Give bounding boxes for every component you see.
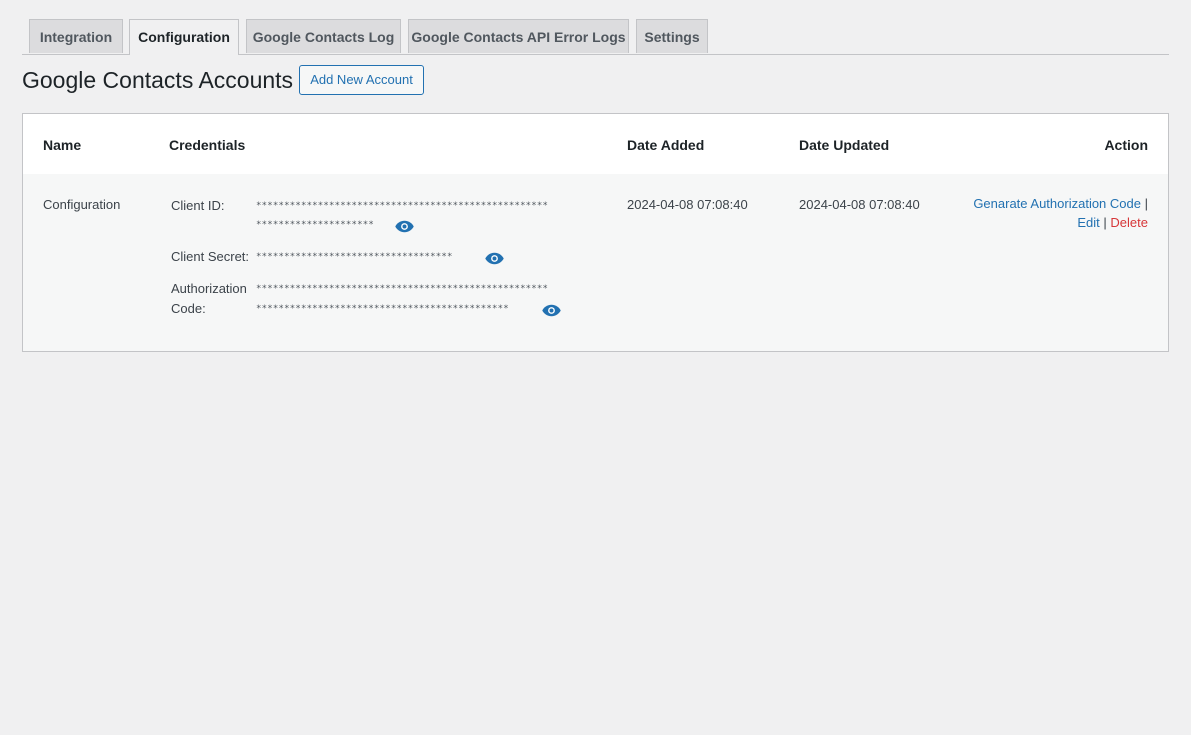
tab-integration[interactable]: Integration: [29, 19, 123, 53]
account-name: Configuration: [43, 197, 121, 212]
client-id-value: ****************************************…: [256, 201, 549, 211]
action-separator: |: [1103, 215, 1107, 230]
tab-google-contacts-log[interactable]: Google Contacts Log: [246, 19, 401, 53]
add-new-account-button[interactable]: Add New Account: [299, 65, 424, 95]
client-id-label: Client ID:: [171, 198, 225, 213]
generate-authorization-code-link[interactable]: Genarate Authorization Code: [973, 196, 1141, 211]
date-updated: 2024-04-08 07:08:40: [799, 197, 920, 212]
header-name: Name: [43, 137, 82, 153]
date-added: 2024-04-08 07:08:40: [627, 197, 748, 212]
tab-api-error-logs[interactable]: Google Contacts API Error Logs: [408, 19, 629, 53]
eye-icon[interactable]: [395, 220, 414, 233]
nav-tab-bar: Integration Configuration Google Contact…: [22, 18, 1169, 55]
header-action: Action: [1104, 137, 1148, 153]
tab-configuration[interactable]: Configuration: [129, 19, 239, 55]
page-title: Google Contacts Accounts: [22, 67, 294, 93]
client-id-value-cont: *********************: [256, 220, 374, 230]
tab-settings[interactable]: Settings: [636, 19, 708, 53]
auth-code-label: Authorization: [171, 281, 247, 296]
header-date-added: Date Added: [627, 137, 705, 153]
row-actions: Genarate Authorization Code | Edit | Del…: [973, 194, 1148, 232]
header-credentials: Credentials: [169, 137, 246, 153]
auth-code-label-cont: Code:: [171, 301, 206, 316]
auth-code-value-cont: ****************************************…: [256, 304, 509, 314]
auth-code-value: ****************************************…: [256, 284, 549, 294]
eye-icon[interactable]: [542, 304, 561, 317]
edit-link[interactable]: Edit: [1077, 215, 1099, 230]
client-secret-value: ***********************************: [256, 252, 453, 262]
table-header-row: Name Credentials Date Added Date Updated…: [23, 114, 1168, 174]
table-row: Configuration Client ID: ***************…: [23, 174, 1168, 351]
accounts-table: Name Credentials Date Added Date Updated…: [22, 113, 1169, 352]
eye-icon[interactable]: [485, 252, 504, 265]
client-secret-label: Client Secret:: [171, 249, 250, 264]
header-date-updated: Date Updated: [799, 137, 890, 153]
delete-link[interactable]: Delete: [1110, 215, 1148, 230]
action-separator: |: [1144, 196, 1148, 211]
